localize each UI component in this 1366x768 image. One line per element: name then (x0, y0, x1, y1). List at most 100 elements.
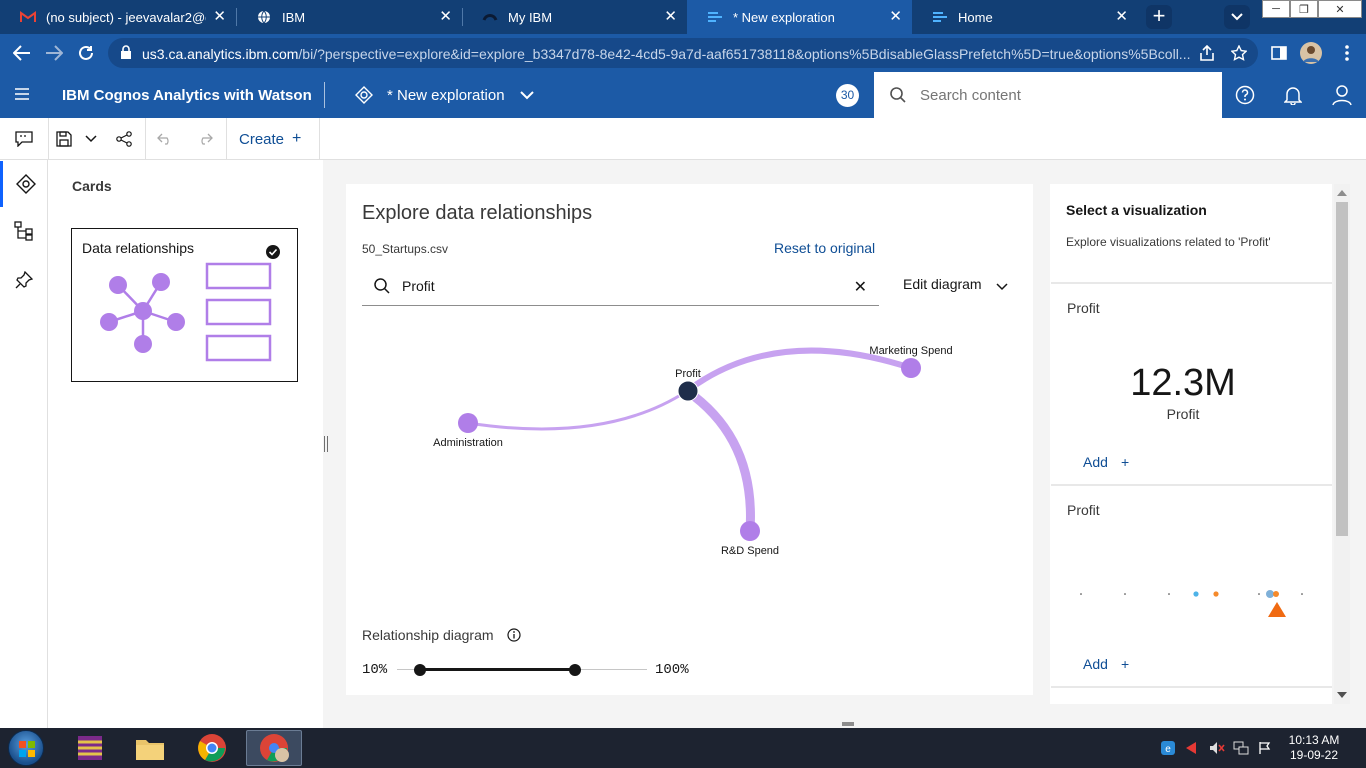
volume-muted-icon[interactable] (1209, 740, 1225, 756)
bottom-resize-grip[interactable] (842, 722, 854, 726)
node-rd-spend[interactable] (740, 521, 760, 541)
reload-button[interactable] (75, 42, 97, 64)
minimize-button[interactable]: ─ (1262, 0, 1290, 18)
cards-panel: Cards Data relationships (48, 160, 323, 728)
kpi-value: 12.3M (1130, 362, 1236, 404)
tray-app-icon[interactable]: e (1160, 740, 1176, 756)
exploration-title[interactable]: * New exploration (387, 87, 505, 104)
plus-icon[interactable]: + (1121, 454, 1129, 470)
viz-panel-scrollbar[interactable] (1334, 184, 1350, 704)
splitter-grip-icon[interactable] (324, 436, 328, 452)
info-icon[interactable] (507, 628, 521, 647)
share-icon[interactable] (1198, 44, 1216, 62)
save-icon[interactable] (55, 130, 73, 148)
plus-icon[interactable]: + (1121, 656, 1129, 672)
start-button[interactable] (8, 730, 44, 766)
reset-to-original-link[interactable]: Reset to original (774, 240, 875, 256)
slider-handle-min[interactable] (413, 664, 426, 676)
address-bar: us3.ca.analytics.ibm.com/bi/?perspective… (0, 34, 1366, 72)
search-input[interactable] (920, 72, 1210, 118)
viz-panel-subtitle: Explore visualizations related to 'Profi… (1066, 235, 1271, 249)
save-options-chevron-icon[interactable] (82, 130, 100, 148)
network-icon[interactable] (1233, 740, 1249, 756)
edit-diagram-button[interactable]: Edit diagram (903, 276, 982, 292)
undo-icon[interactable] (156, 130, 174, 148)
explore-icon (355, 86, 373, 109)
create-button[interactable]: Create (239, 131, 284, 148)
explore-title: Explore data relationships (362, 202, 593, 224)
new-tab-button[interactable]: + (1146, 5, 1172, 29)
back-button[interactable] (11, 42, 33, 64)
plus-icon[interactable]: + (292, 130, 301, 148)
kebab-menu-icon (1345, 45, 1349, 61)
bell-icon[interactable] (1282, 84, 1304, 106)
action-center-flag-icon[interactable] (1257, 740, 1273, 756)
chrome-icon (198, 734, 226, 762)
node-administration[interactable] (458, 413, 478, 433)
chevron-down-icon[interactable] (996, 278, 1008, 296)
profile-avatar[interactable] (1300, 42, 1322, 64)
viz-card-distribution[interactable]: Profit Add + (1051, 484, 1332, 686)
browser-tab-new-exploration[interactable]: * New exploration ✕ (687, 0, 912, 34)
forward-button[interactable] (43, 42, 65, 64)
browser-menu-button[interactable] (1336, 42, 1358, 64)
browser-tab-my-ibm[interactable]: My IBM ✕ (462, 0, 687, 34)
node-marketing-spend[interactable] (901, 358, 921, 378)
close-icon[interactable]: ✕ (439, 9, 452, 25)
url-field[interactable]: us3.ca.analytics.ibm.com/bi/?perspective… (108, 38, 1258, 68)
close-icon[interactable]: ✕ (664, 9, 677, 25)
tab-title: My IBM (508, 9, 553, 25)
cards-panel-title: Cards (72, 178, 112, 194)
cognos-icon (707, 9, 723, 25)
share-network-icon[interactable] (115, 130, 133, 148)
window-close-button[interactable]: ✕ (1318, 0, 1362, 18)
slider-max-label: 100% (655, 662, 689, 678)
rail-item-cards[interactable] (0, 161, 48, 207)
scroll-down-icon[interactable] (1337, 692, 1347, 698)
data-relationships-card[interactable]: Data relationships (71, 228, 298, 382)
taskbar-chrome-profile[interactable] (246, 730, 302, 766)
maximize-button[interactable]: ❐ (1290, 0, 1318, 18)
clear-search-icon[interactable]: ✕ (854, 277, 867, 297)
close-icon[interactable]: ✕ (1115, 9, 1128, 25)
taskbar-file-explorer[interactable] (122, 730, 178, 766)
kpi-label: Profit (1166, 406, 1200, 422)
add-viz-button[interactable]: Add (1083, 454, 1108, 470)
viz-card-next[interactable] (1051, 686, 1332, 704)
search-content-box[interactable] (874, 72, 1222, 118)
tab-title: (no subject) - jeevavalar2@gm (46, 9, 206, 25)
node-profit[interactable] (677, 380, 699, 402)
browser-tab-ibm[interactable]: IBM ✕ (236, 0, 462, 34)
scroll-up-icon[interactable] (1337, 190, 1347, 196)
rail-item-pins[interactable] (0, 257, 48, 303)
user-profile-button[interactable] (1318, 72, 1366, 118)
hamburger-menu-icon[interactable] (14, 86, 30, 102)
notification-count-badge[interactable]: 30 (836, 84, 859, 107)
close-icon[interactable]: ✕ (889, 9, 902, 25)
add-viz-button[interactable]: Add (1083, 656, 1108, 672)
viz-card-kpi[interactable]: Profit 12.3M Profit Add + (1051, 282, 1332, 484)
chevron-down-icon[interactable] (520, 87, 534, 105)
taskbar-chrome[interactable] (184, 730, 240, 766)
bookmark-star-icon[interactable] (1230, 44, 1248, 62)
system-clock[interactable]: 10:13 AM 19-09-22 (1278, 733, 1350, 763)
search-icon (890, 87, 906, 108)
browser-tab-home[interactable]: Home ✕ (912, 0, 1138, 34)
taskbar-winrar[interactable] (62, 730, 118, 766)
tray-alert-icon[interactable] (1183, 740, 1199, 756)
tab-search-button[interactable] (1224, 5, 1250, 29)
field-search-value[interactable]: Profit (402, 278, 435, 294)
browser-tab-gmail[interactable]: (no subject) - jeevavalar2@gm ✕ (0, 0, 236, 34)
redo-icon[interactable] (196, 130, 214, 148)
comment-icon[interactable] (15, 130, 33, 148)
app-title: IBM Cognos Analytics with Watson (62, 87, 312, 104)
field-search-box[interactable]: Profit ✕ (362, 268, 879, 306)
close-icon[interactable]: ✕ (213, 9, 226, 25)
node-label-administration: Administration (433, 437, 503, 449)
scrollbar-thumb[interactable] (1336, 202, 1348, 536)
panel-splitter[interactable] (323, 160, 335, 728)
rail-item-data-tree[interactable] (0, 208, 48, 254)
help-icon[interactable] (1234, 84, 1256, 106)
side-panel-button[interactable] (1268, 42, 1290, 64)
slider-handle-max[interactable] (568, 664, 581, 676)
